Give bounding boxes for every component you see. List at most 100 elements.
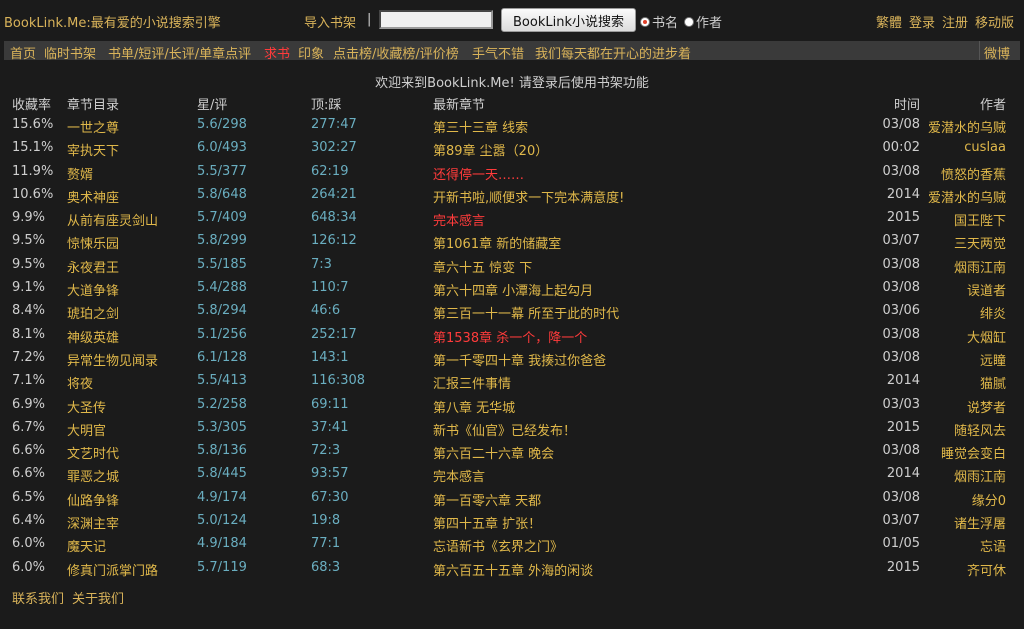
- login-link[interactable]: 登录: [909, 12, 935, 31]
- author-link[interactable]: 爱潜水的乌贼: [928, 187, 1006, 206]
- author-link[interactable]: 愤怒的香蕉: [941, 164, 1006, 183]
- author-link[interactable]: 睡觉会变白: [941, 443, 1006, 462]
- star-rating-link[interactable]: 5.8/648: [197, 187, 247, 202]
- book-title-link[interactable]: 大明官: [67, 420, 106, 439]
- author-link[interactable]: 大烟缸: [967, 327, 1006, 346]
- weibo-link[interactable]: 微博: [984, 43, 1010, 62]
- header-name[interactable]: 章节目录: [67, 94, 119, 113]
- latest-chapter-link[interactable]: 第六百二十六章 晚会: [433, 443, 554, 462]
- radio-selected-icon[interactable]: [640, 16, 650, 27]
- book-title-link[interactable]: 永夜君王: [67, 257, 119, 276]
- book-title-link[interactable]: 罪恶之城: [67, 466, 119, 485]
- book-title-link[interactable]: 宰执天下: [67, 140, 119, 159]
- author-link[interactable]: 诸生浮屠: [954, 513, 1006, 532]
- vote-ratio-link[interactable]: 62:19: [311, 164, 348, 179]
- nav-lucky[interactable]: 手气不错: [472, 43, 524, 62]
- latest-chapter-link[interactable]: 第1538章 杀一个，降一个: [433, 327, 587, 346]
- star-rating-link[interactable]: 5.6/298: [197, 117, 247, 132]
- author-link[interactable]: 烟雨江南: [954, 257, 1006, 276]
- latest-chapter-link[interactable]: 新书《仙官》已经发布！: [433, 420, 576, 439]
- star-rating-link[interactable]: 5.0/124: [197, 513, 247, 528]
- contact-link[interactable]: 联系我们: [12, 588, 64, 607]
- book-title-link[interactable]: 深渊主宰: [67, 513, 119, 532]
- star-rating-link[interactable]: 5.5/413: [197, 373, 247, 388]
- book-title-link[interactable]: 大圣传: [67, 397, 106, 416]
- latest-chapter-link[interactable]: 还得停一天……: [433, 164, 524, 183]
- author-link[interactable]: 忘语: [980, 536, 1006, 555]
- latest-chapter-link[interactable]: 完本感言: [433, 466, 485, 485]
- star-rating-link[interactable]: 5.4/288: [197, 280, 247, 295]
- radio-unselected-icon[interactable]: [684, 16, 694, 27]
- radio-author[interactable]: 作者: [684, 12, 722, 31]
- star-rating-link[interactable]: 5.7/409: [197, 210, 247, 225]
- star-rating-link[interactable]: 5.8/136: [197, 443, 247, 458]
- book-title-link[interactable]: 魔天记: [67, 536, 106, 555]
- vote-ratio-link[interactable]: 37:41: [311, 420, 348, 435]
- vote-ratio-link[interactable]: 68:3: [311, 560, 340, 575]
- vote-ratio-link[interactable]: 7:3: [311, 257, 332, 272]
- vote-ratio-link[interactable]: 67:30: [311, 490, 348, 505]
- star-rating-link[interactable]: 5.1/256: [197, 327, 247, 342]
- nav-booklists[interactable]: 书单/短评/长评/单章点评: [108, 43, 251, 62]
- nav-request-book[interactable]: 求书: [264, 43, 290, 62]
- book-title-link[interactable]: 文艺时代: [67, 443, 119, 462]
- star-rating-link[interactable]: 5.5/377: [197, 164, 247, 179]
- book-title-link[interactable]: 大道争锋: [67, 280, 119, 299]
- author-link[interactable]: 齐可休: [967, 560, 1006, 579]
- latest-chapter-link[interactable]: 第四十五章 扩张！: [433, 513, 541, 532]
- book-title-link[interactable]: 惊悚乐园: [67, 233, 119, 252]
- latest-chapter-link[interactable]: 第三百一十一幕 所至于此的时代: [433, 303, 619, 322]
- author-link[interactable]: 绯炎: [980, 303, 1006, 322]
- author-link[interactable]: 猫腻: [980, 373, 1006, 392]
- star-rating-link[interactable]: 5.8/294: [197, 303, 247, 318]
- vote-ratio-link[interactable]: 46:6: [311, 303, 340, 318]
- star-rating-link[interactable]: 6.1/128: [197, 350, 247, 365]
- vote-ratio-link[interactable]: 116:308: [311, 373, 365, 388]
- search-input[interactable]: [379, 10, 493, 29]
- vote-ratio-link[interactable]: 93:57: [311, 466, 348, 481]
- star-rating-link[interactable]: 4.9/184: [197, 536, 247, 551]
- vote-ratio-link[interactable]: 648:34: [311, 210, 357, 225]
- latest-chapter-link[interactable]: 忘语新书《玄界之门》: [433, 536, 563, 555]
- vote-ratio-link[interactable]: 77:1: [311, 536, 340, 551]
- vote-ratio-link[interactable]: 264:21: [311, 187, 357, 202]
- star-rating-link[interactable]: 5.7/119: [197, 560, 247, 575]
- latest-chapter-link[interactable]: 第一千零四十章 我揍过你爸爸: [433, 350, 606, 369]
- search-button[interactable]: BookLink小说搜索: [501, 8, 636, 32]
- author-link[interactable]: 爱潜水的乌贼: [928, 117, 1006, 136]
- vote-ratio-link[interactable]: 69:11: [311, 397, 348, 412]
- vote-ratio-link[interactable]: 110:7: [311, 280, 348, 295]
- star-rating-link[interactable]: 6.0/493: [197, 140, 247, 155]
- book-title-link[interactable]: 异常生物见闻录: [67, 350, 158, 369]
- latest-chapter-link[interactable]: 第六十四章 小潭海上起勾月: [433, 280, 593, 299]
- author-link[interactable]: 三天两觉: [954, 233, 1006, 252]
- traditional-link[interactable]: 繁體: [876, 12, 902, 31]
- vote-ratio-link[interactable]: 126:12: [311, 233, 357, 248]
- vote-ratio-link[interactable]: 143:1: [311, 350, 348, 365]
- author-link[interactable]: 远瞳: [980, 350, 1006, 369]
- vote-ratio-link[interactable]: 252:17: [311, 327, 357, 342]
- book-title-link[interactable]: 琥珀之剑: [67, 303, 119, 322]
- latest-chapter-link[interactable]: 开新书啦,顺便求一下完本满意度!: [433, 187, 624, 206]
- author-link[interactable]: 随轻风去: [954, 420, 1006, 439]
- header-rate[interactable]: 收藏率: [12, 94, 51, 113]
- latest-chapter-link[interactable]: 第三十三章 线索: [433, 117, 528, 136]
- radio-title[interactable]: 书名: [640, 12, 678, 31]
- latest-chapter-link[interactable]: 汇报三件事情: [433, 373, 511, 392]
- latest-chapter-link[interactable]: 第一百零六章 天都: [433, 490, 541, 509]
- star-rating-link[interactable]: 5.5/185: [197, 257, 247, 272]
- nav-temp-shelf[interactable]: 临时书架: [44, 43, 96, 62]
- author-link[interactable]: 国王陛下: [954, 210, 1006, 229]
- nav-impression[interactable]: 印象: [298, 43, 324, 62]
- vote-ratio-link[interactable]: 302:27: [311, 140, 357, 155]
- book-title-link[interactable]: 将夜: [67, 373, 93, 392]
- latest-chapter-link[interactable]: 第89章 尘嚣（20）: [433, 140, 548, 159]
- star-rating-link[interactable]: 5.8/445: [197, 466, 247, 481]
- book-title-link[interactable]: 仙路争锋: [67, 490, 119, 509]
- latest-chapter-link[interactable]: 完本感言: [433, 210, 485, 229]
- author-link[interactable]: 误道者: [967, 280, 1006, 299]
- latest-chapter-link[interactable]: 第1061章 新的储藏室: [433, 233, 561, 252]
- header-time[interactable]: 时间: [894, 94, 920, 113]
- book-title-link[interactable]: 神级英雄: [67, 327, 119, 346]
- book-title-link[interactable]: 奥术神座: [67, 187, 119, 206]
